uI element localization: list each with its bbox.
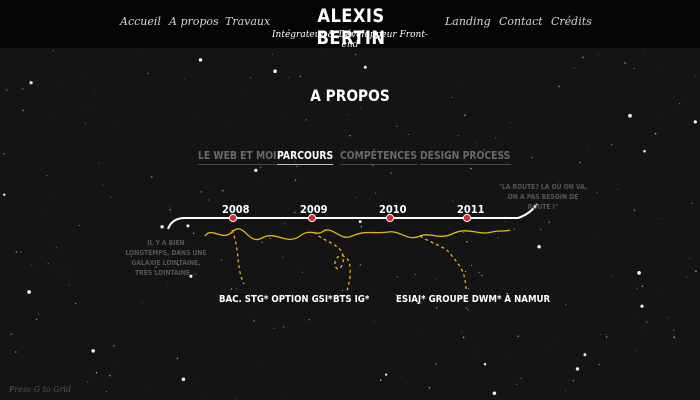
timeline-end-note: "LA ROUTE? LÀ OÙ ON VA, ON A PAS BESOIN …	[498, 183, 588, 211]
timeline-intro-note: IL Y A BIEN LONGTEMPS, DANS UNE GALAXIE …	[125, 239, 207, 277]
milestone-bac: BAC. STG* OPTION GSI*	[219, 294, 333, 305]
grid-hint-text: Press G to Grid	[9, 385, 72, 394]
branch-path-bac	[231, 229, 245, 285]
timeline-year-2011: 2011	[457, 203, 485, 216]
timeline-year-2010: 2010	[379, 203, 407, 216]
timeline-graphic	[167, 203, 538, 293]
milestone-bts: BTS IG*	[333, 294, 370, 305]
branch-path-esiaj	[419, 235, 467, 293]
timeline-wavy-path	[204, 228, 511, 241]
milestone-esiaj: ESIAJ* GROUPE DWM* À NAMUR	[396, 294, 551, 305]
timeline-year-2008: 2008	[222, 203, 250, 216]
timeline-year-2009: 2009	[300, 203, 328, 216]
branch-path-bts	[313, 231, 351, 293]
